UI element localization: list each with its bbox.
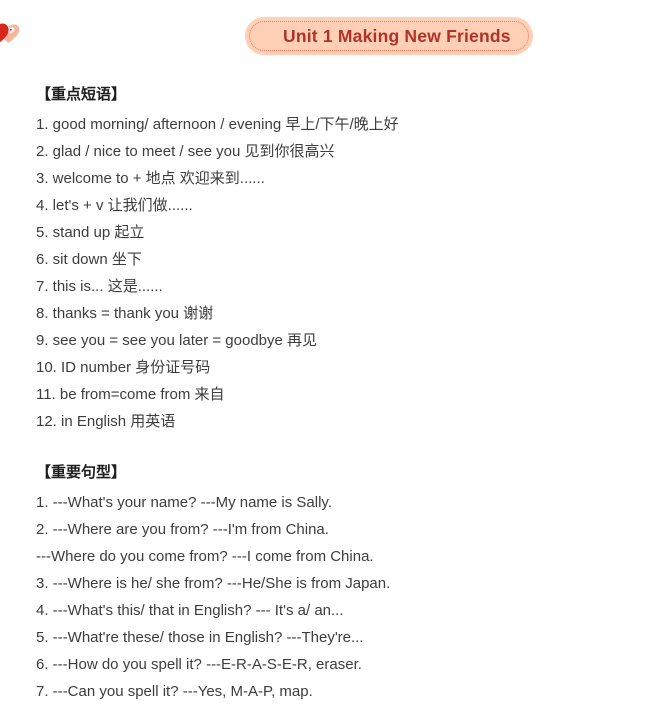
heart-icon	[0, 23, 20, 43]
list-item: ---Where do you come from? ---I come fro…	[36, 548, 374, 565]
list-item: 12. in English 用英语	[36, 413, 176, 430]
list-item: 1. good morning/ afternoon / evening 早上/…	[36, 116, 399, 133]
list-item: 10. ID number 身份证号码	[36, 359, 211, 376]
list-item: 4. ---What's this/ that in English? --- …	[36, 602, 344, 619]
list-item: 4. let's + v 让我们做......	[36, 197, 193, 214]
key-sentences-list: 1. ---What's your name? ---My name is Sa…	[36, 489, 656, 705]
key-phrases-list: 1. good morning/ afternoon / evening 早上/…	[36, 111, 656, 435]
title-pill: Unit 1 Making New Friends	[245, 17, 533, 55]
section-key-sentences: 【重要句型】 1. ---What's your name? ---My nam…	[36, 462, 656, 705]
list-item: 1. ---What's your name? ---My name is Sa…	[36, 494, 332, 511]
list-item: 9. see you = see you later = goodbye 再见	[36, 332, 318, 349]
page-title: Unit 1 Making New Friends	[283, 25, 511, 46]
list-item: 3. welcome to + 地点 欢迎来到......	[36, 170, 265, 187]
section-heading-key-sentences: 【重要句型】	[36, 464, 127, 481]
section-key-phrases: 【重点短语】 1. good morning/ afternoon / even…	[36, 84, 656, 435]
list-item: 7. this is... 这是......	[36, 278, 163, 295]
list-item: 2. ---Where are you from? ---I'm from Ch…	[36, 521, 329, 538]
list-item: 8. thanks = thank you 谢谢	[36, 305, 214, 322]
list-item: 5. stand up 起立	[36, 224, 145, 241]
list-item: 6. sit down 坐下	[36, 251, 142, 268]
list-item: 2. glad / nice to meet / see you 见到你很高兴	[36, 143, 335, 160]
title-banner: Unit 1 Making New Friends	[0, 15, 671, 59]
list-item: 6. ---How do you spell it? ---E-R-A-S-E-…	[36, 656, 362, 673]
list-item: 11. be from=come from 来自	[36, 386, 225, 403]
list-item: 3. ---Where is he/ she from? ---He/She i…	[36, 575, 391, 592]
list-item: 5. ---What're these/ those in English? -…	[36, 629, 364, 646]
section-heading-key-phrases: 【重点短语】	[36, 86, 127, 103]
list-item: 7. ---Can you spell it? ---Yes, M-A-P, m…	[36, 683, 313, 700]
